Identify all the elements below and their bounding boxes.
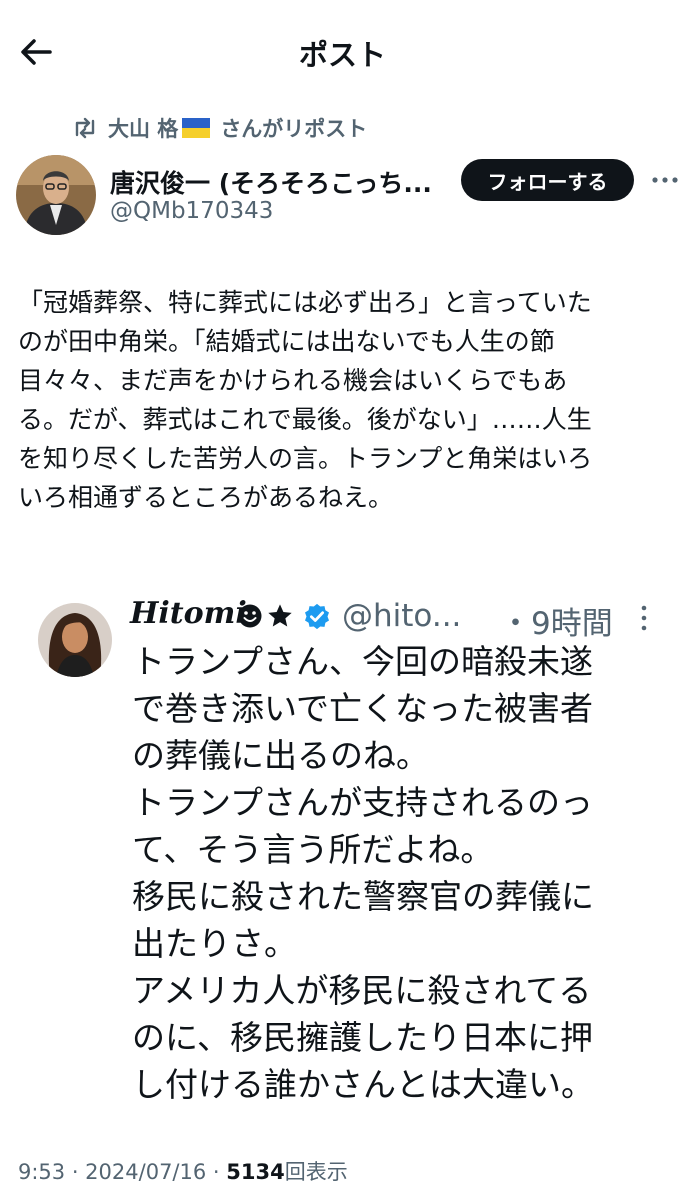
embedded-line: トランプさんが支持されるのっ bbox=[132, 783, 594, 822]
author-avatar[interactable] bbox=[16, 155, 96, 235]
tweet-line: 「冠婚葬祭、特に葬式には必ず出ろ」と言っていた bbox=[18, 288, 592, 317]
smile-icon bbox=[238, 604, 262, 628]
author-name[interactable]: 唐沢俊一 (そろそろこっち... bbox=[110, 164, 432, 200]
verified-badge-icon bbox=[305, 603, 329, 630]
ukraine-flag-icon bbox=[182, 118, 211, 138]
embedded-tweet-text: トランプさん、今回の暗殺未遂 で巻き添いで亡くなった被害者 の葬儀に出るのね。 … bbox=[132, 638, 594, 1108]
repost-indicator[interactable]: 大山 格 さんがリポスト bbox=[72, 113, 367, 143]
tweet-line: いろ相通ずるところがあるねえ。 bbox=[18, 483, 394, 512]
embedded-line: て、そう言う所だよね。 bbox=[132, 830, 494, 869]
page-title: ポスト bbox=[298, 38, 386, 72]
repost-icon bbox=[75, 117, 95, 139]
view-count: 5134 bbox=[226, 1160, 285, 1184]
embedded-line: の葬儀に出るのね。 bbox=[132, 736, 429, 775]
tweet-line: る。だが、葬式はこれで最後。後がない」……人生 bbox=[18, 405, 592, 434]
more-dots-icon bbox=[652, 177, 678, 183]
more-vertical-icon bbox=[641, 605, 647, 631]
embedded-line: し付ける誰かさんとは大違い。 bbox=[132, 1065, 594, 1104]
tweet-text: 「冠婚葬祭、特に葬式には必ず出ろ」と言っていた のが田中角栄。「結婚式には出ない… bbox=[18, 283, 678, 517]
embedded-timestamp: ・9時間 bbox=[500, 606, 613, 642]
embedded-author-name: Hitomi bbox=[130, 596, 247, 631]
reposter-name: 大山 格 bbox=[108, 117, 179, 141]
embedded-line: 移民に殺された警察官の葬儀に bbox=[132, 877, 594, 916]
embedded-line: トランプさん、今回の暗殺未遂 bbox=[132, 642, 594, 681]
post-metadata: 9:53 · 2024/07/16 · 5134回表示 bbox=[18, 1156, 348, 1186]
top-bar: ポスト bbox=[0, 0, 685, 100]
views-label: 回表示 bbox=[284, 1160, 348, 1184]
author-handle[interactable]: @QMb170343 bbox=[110, 198, 273, 224]
post-timestamp: 9:53 · 2024/07/16 · bbox=[18, 1160, 227, 1184]
more-options-button[interactable] bbox=[650, 168, 680, 192]
follow-button[interactable]: フォローする bbox=[461, 159, 634, 201]
embedded-line: アメリカ人が移民に殺されてる bbox=[132, 971, 592, 1010]
star-icon bbox=[268, 604, 292, 627]
embedded-author-handle: @hito... bbox=[342, 598, 462, 634]
repost-label: さんがリポスト bbox=[220, 117, 368, 141]
embedded-line: で巻き添いで亡くなった被害者 bbox=[132, 689, 594, 728]
embedded-line: のに、移民擁護したり日本に押 bbox=[132, 1018, 594, 1057]
tweet-line: を知り尽くした苦労人の言。トランプと角栄はいろ bbox=[18, 444, 593, 473]
tweet-line: のが田中角栄。「結婚式には出ないでも人生の節 bbox=[18, 327, 555, 356]
embedded-avatar bbox=[38, 603, 112, 677]
tweet-line: 目々々、まだ声をかけられる機会はいくらでもあ bbox=[18, 366, 568, 395]
embedded-line: 出たりさ。 bbox=[132, 924, 297, 963]
